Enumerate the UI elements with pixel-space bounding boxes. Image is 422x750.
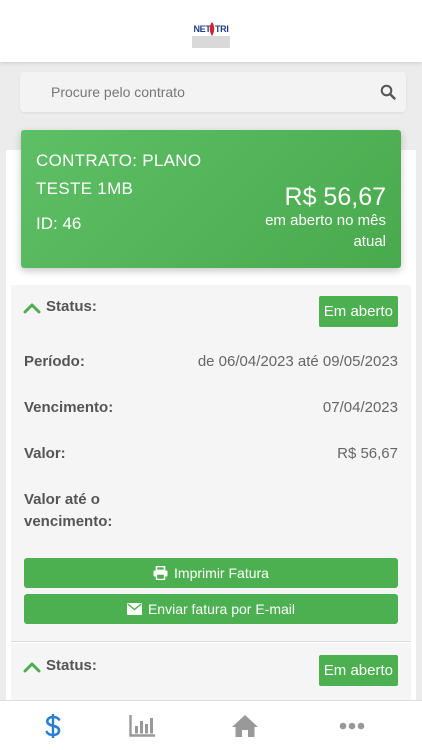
- tab-home[interactable]: [192, 701, 297, 750]
- contract-title: CONTRATO: PLANO TESTE 1MB: [36, 151, 202, 198]
- more-icon: [339, 722, 364, 730]
- printer-icon: [153, 566, 168, 580]
- status-label: Status:: [46, 657, 97, 674]
- logo-flame-icon: [209, 22, 215, 36]
- invoice-card: Status: Em aberto: [11, 643, 411, 703]
- logo-text-right: TRI: [214, 24, 229, 34]
- search-icon[interactable]: [380, 84, 396, 100]
- contract-search: [20, 72, 406, 112]
- email-invoice-button[interactable]: Enviar fatura por E-mail: [24, 594, 398, 624]
- dollar-icon: [45, 714, 60, 738]
- email-invoice-label: Enviar fatura por E-mail: [147, 601, 296, 617]
- search-input[interactable]: [20, 72, 360, 112]
- tab-consumption[interactable]: [89, 701, 194, 750]
- top-bar: NET TRI: [0, 0, 422, 62]
- vencimento-value: 07/04/2023: [322, 399, 398, 416]
- status-badge: Em aberto: [318, 655, 398, 686]
- status-label: Status:: [46, 298, 97, 315]
- valor-ate-vencimento-label: Valor até o vencimento:: [24, 491, 113, 530]
- company-logo: NET TRI: [191, 22, 231, 48]
- print-invoice-label: Imprimir Fatura: [174, 565, 269, 581]
- tab-more[interactable]: [299, 701, 404, 750]
- logo-text-left: NET: [193, 24, 211, 34]
- invoice-card: Status: Em aberto Período: de 06/04/2023…: [11, 285, 411, 641]
- invoice-divider: [11, 641, 411, 642]
- home-icon: [231, 715, 258, 737]
- bottom-tab-bar: [0, 700, 422, 750]
- contract-amount-caption: em aberto no mês atual: [265, 212, 386, 250]
- print-invoice-button[interactable]: Imprimir Fatura: [24, 558, 398, 588]
- status-badge: Em aberto: [318, 296, 398, 327]
- chevron-up-icon[interactable]: [23, 302, 41, 314]
- periodo-value: de 06/04/2023 até 09/05/2023: [197, 353, 398, 370]
- contract-id: ID: 46: [36, 214, 82, 233]
- contract-card[interactable]: CONTRATO: PLANO TESTE 1MB ID: 46 R$ 56,6…: [21, 130, 401, 268]
- valor-value: R$ 56,67: [337, 445, 398, 462]
- bar-chart-icon: [128, 715, 155, 737]
- vencimento-label: Vencimento:: [24, 399, 114, 416]
- periodo-label: Período:: [24, 353, 85, 370]
- chevron-up-icon[interactable]: [23, 661, 41, 673]
- contract-amount: R$ 56,67: [284, 183, 386, 211]
- logo-subtitle-bar: [192, 36, 230, 48]
- envelope-icon: [126, 603, 142, 615]
- valor-label: Valor:: [24, 445, 66, 462]
